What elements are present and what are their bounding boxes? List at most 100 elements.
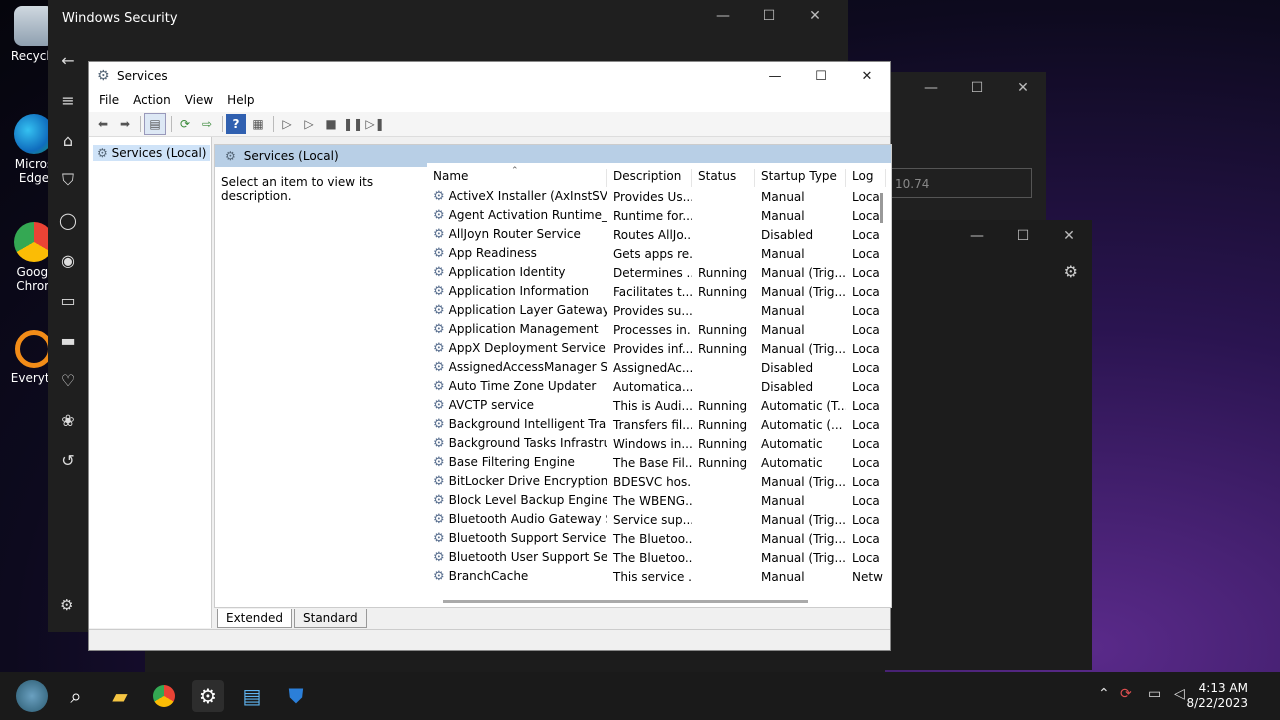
table-row[interactable]: ⚙Block Level Backup Engine ... The WBENG.… xyxy=(427,491,891,510)
start-button-icon[interactable] xyxy=(16,680,48,712)
services-window: ⚙ Services — ☐ ✕ File Action View Help ⬅… xyxy=(88,61,892,651)
show-hidden-icons-icon[interactable]: ⌃ xyxy=(1098,686,1110,702)
service-gear-icon: ⚙ xyxy=(433,341,445,356)
notepad-icon[interactable]: ▤ xyxy=(236,680,268,712)
cell-name: ⚙Background Tasks Infrastruc... xyxy=(433,436,607,451)
account-icon[interactable]: ◯ xyxy=(48,200,88,240)
app-browser-icon[interactable]: ▭ xyxy=(48,280,88,320)
export-list-icon[interactable]: ⇨ xyxy=(197,114,217,134)
table-row[interactable]: ⚙ Bluetooth Audio Gateway S... Service sup… xyxy=(427,510,891,529)
tree-node-services-local[interactable]: ⚙ Services (Local) xyxy=(93,145,211,161)
table-row[interactable]: ⚙ AVCTP service This is Audi... Running Auto… xyxy=(427,396,891,415)
search-icon[interactable]: ⌕ xyxy=(60,680,92,712)
table-row[interactable]: ⚙ Application Identity Determines ... Runni… xyxy=(427,263,891,282)
settings-gear-icon[interactable]: ⚙ xyxy=(60,596,73,614)
table-row[interactable]: ⚙ BranchCache This service ... Manual Netw xyxy=(427,567,891,586)
table-row[interactable]: ⚙Background Intelligent Tran... Transfers… xyxy=(427,415,891,434)
cell-log-on-as: Loca xyxy=(852,455,880,470)
show-hide-tree-icon[interactable]: ▤ xyxy=(144,113,166,135)
table-row[interactable]: ⚙ Auto Time Zone Updater Automatica... Disa… xyxy=(427,377,891,396)
close-icon[interactable]: ✕ xyxy=(792,0,838,32)
tab-extended[interactable]: Extended xyxy=(217,609,292,628)
table-row[interactable]: ⚙ Bluetooth Support Service The Bluetoo...… xyxy=(427,529,891,548)
table-row[interactable]: ⚙AppX Deployment Service (... Provides in… xyxy=(427,339,891,358)
close-icon[interactable]: ✕ xyxy=(1000,72,1046,104)
menu-help[interactable]: Help xyxy=(220,90,261,112)
text-field[interactable]: 10.74 xyxy=(880,168,1032,198)
gear-icon[interactable]: ⚙ xyxy=(1064,262,1078,281)
table-row[interactable]: ⚙ Application Information Facilitates t...… xyxy=(427,282,891,301)
minimize-icon[interactable]: — xyxy=(908,72,954,104)
history-icon[interactable]: ↺ xyxy=(48,440,88,480)
minimize-icon[interactable]: — xyxy=(954,220,1000,252)
cell-startup-type: Manual (Trig... xyxy=(761,341,846,356)
refresh-icon[interactable]: ⟳ xyxy=(175,114,195,134)
table-row[interactable]: ⚙AssignedAccessManager Se... AssignedAc..… xyxy=(427,358,891,377)
services-taskbar-icon[interactable]: ⚙ xyxy=(192,680,224,712)
back-arrow-icon[interactable]: ← xyxy=(48,40,88,80)
toolbar-separator xyxy=(140,116,141,132)
file-explorer-icon[interactable]: ▰ xyxy=(104,680,136,712)
vertical-scrollbar[interactable] xyxy=(880,193,883,223)
table-row[interactable]: ⚙ Application Management Processes in... Ru… xyxy=(427,320,891,339)
volume-muted-icon[interactable]: ◁ xyxy=(1174,686,1185,702)
pause-service-icon[interactable]: ❚❚ xyxy=(343,114,363,134)
hamburger-menu-icon[interactable]: ≡ xyxy=(48,80,88,120)
cell-name: ⚙ Base Filtering Engine xyxy=(433,455,575,470)
device-security-icon[interactable]: ▬ xyxy=(48,320,88,360)
minimize-icon[interactable]: — xyxy=(700,0,746,32)
maximize-button[interactable]: ☐ xyxy=(798,62,844,90)
restart-service-icon[interactable]: ▷❚ xyxy=(365,114,385,134)
table-row[interactable]: ⚙ Bluetooth User Support Ser... The Blueto… xyxy=(427,548,891,567)
minimize-button[interactable]: — xyxy=(752,62,798,90)
cell-status: Running xyxy=(698,455,748,470)
table-row[interactable]: ⚙Application Layer Gateway ... Provides s… xyxy=(427,301,891,320)
family-icon[interactable]: ❀ xyxy=(48,400,88,440)
start-service-icon[interactable]: ▷ xyxy=(277,114,297,134)
properties-icon[interactable]: ▦ xyxy=(248,114,268,134)
menu-view[interactable]: View xyxy=(178,90,220,112)
back-icon[interactable]: ⬅ xyxy=(93,114,113,134)
table-row[interactable]: ⚙ ActiveX Installer (AxInstSV) Provides Us… xyxy=(427,187,891,206)
tab-standard[interactable]: Standard xyxy=(294,609,367,628)
table-row[interactable]: ⚙ Base Filtering Engine The Base Fil... Run… xyxy=(427,453,891,472)
device-health-icon[interactable]: ♡ xyxy=(48,360,88,400)
close-icon[interactable]: ✕ xyxy=(1046,220,1092,252)
table-row[interactable]: ⚙Background Tasks Infrastruc... Windows i… xyxy=(427,434,891,453)
close-button[interactable]: ✕ xyxy=(844,62,890,90)
sync-icon[interactable]: ⟳ xyxy=(1120,686,1132,702)
toolbar: ⬅ ➡ ▤ ⟳ ⇨ ? ▦ ▷ ▷ ■ ❚❚ ▷❚ xyxy=(89,112,890,137)
cell-description: Service sup... xyxy=(613,512,692,527)
maximize-icon[interactable]: ☐ xyxy=(746,0,792,32)
rows-container: ⚙ ActiveX Installer (AxInstSV) Provides Us… xyxy=(427,187,891,586)
start-service-alt-icon[interactable]: ▷ xyxy=(299,114,319,134)
network-tray-icon[interactable]: ▭ xyxy=(1148,686,1161,702)
table-row[interactable]: ⚙ BitLocker Drive Encryption ... BDESVC ho… xyxy=(427,472,891,491)
cell-status: Running xyxy=(698,341,748,356)
column-header-description[interactable]: Description xyxy=(607,169,692,187)
system-clock[interactable]: 4:13 AM 8/22/2023 xyxy=(1186,681,1248,711)
column-header-status[interactable]: Status xyxy=(692,169,755,187)
background-window-2: — ☐ ✕ ⚙ xyxy=(880,220,1092,670)
stop-service-icon[interactable]: ■ xyxy=(321,114,341,134)
chrome-taskbar-icon[interactable] xyxy=(153,685,175,707)
service-gear-icon: ⚙ xyxy=(433,189,445,204)
home-icon[interactable]: ⌂ xyxy=(48,120,88,160)
column-header-log-on-as[interactable]: Log xyxy=(846,169,886,187)
network-icon[interactable]: ◉ xyxy=(48,240,88,280)
column-header-startup-type[interactable]: Startup Type xyxy=(755,169,846,187)
cell-startup-type: Disabled xyxy=(761,379,814,394)
forward-icon[interactable]: ➡ xyxy=(115,114,135,134)
table-row[interactable]: ⚙ App Readiness Gets apps re... Manual Loca xyxy=(427,244,891,263)
table-row[interactable]: ⚙ Agent Activation Runtime_... Runtime for… xyxy=(427,206,891,225)
menu-action[interactable]: Action xyxy=(126,90,178,112)
maximize-icon[interactable]: ☐ xyxy=(954,72,1000,104)
help-icon[interactable]: ? xyxy=(226,114,246,134)
menu-file[interactable]: File xyxy=(92,90,126,112)
shield-icon[interactable]: ⛉ xyxy=(48,160,88,200)
table-row[interactable]: ⚙ AllJoyn Router Service Routes AllJo... Di… xyxy=(427,225,891,244)
windows-security-taskbar-icon[interactable]: ⛊ xyxy=(280,680,312,712)
horizontal-scrollbar[interactable] xyxy=(443,600,808,603)
cell-log-on-as: Loca xyxy=(852,227,880,242)
maximize-icon[interactable]: ☐ xyxy=(1000,220,1046,252)
